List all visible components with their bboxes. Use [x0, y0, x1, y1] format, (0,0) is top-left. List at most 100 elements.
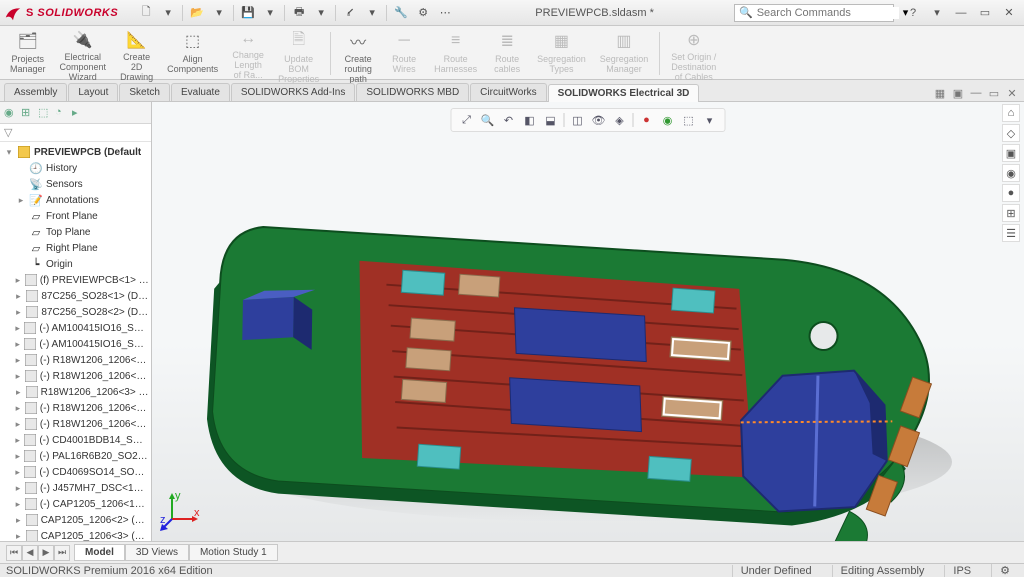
- fm-tab-icon[interactable]: ◉: [4, 106, 18, 120]
- graphics-viewport[interactable]: ⤢ 🔍 ↶ ◧ ⬓ ◫ 👁 ◈ ● ◉ ⬚ ▾ ⌂ ◇ ▣ ◉ ● ⊞ ☰: [152, 102, 1024, 541]
- fm-prop-icon[interactable]: ⬚: [38, 106, 52, 120]
- tree-component[interactable]: ▸(-) CD4069SO14_SO14<1> (1.90: [0, 464, 151, 480]
- expand-icon[interactable]: ▸: [14, 387, 23, 398]
- tab-minimize-icon[interactable]: —: [968, 85, 984, 101]
- tab-menu-icon[interactable]: ▦: [932, 85, 948, 101]
- nav-next-icon[interactable]: ▶: [38, 545, 54, 561]
- tree-component[interactable]: ▸(-) R18W1206_1206<4> (1.524: [0, 400, 151, 416]
- qat-print-icon[interactable]: 🖶: [289, 3, 309, 23]
- expand-icon[interactable]: ▸: [14, 371, 22, 382]
- qat-dropdown-icon[interactable]: ▾: [362, 3, 382, 23]
- tab-sketch[interactable]: Sketch: [119, 83, 170, 101]
- expand-icon[interactable]: ▸: [14, 403, 22, 414]
- fm-display-icon[interactable]: ◔: [55, 106, 69, 120]
- search-input[interactable]: [757, 7, 899, 19]
- qat-dropdown-icon[interactable]: ▾: [158, 3, 178, 23]
- expand-icon[interactable]: ▸: [14, 291, 23, 302]
- qat-new-icon[interactable]: 🗋: [136, 3, 156, 23]
- dropdown-icon[interactable]: ▾: [926, 4, 948, 22]
- expand-icon[interactable]: ▸: [14, 531, 23, 542]
- ribbon-pm-button[interactable]: 🗂Projects Manager: [4, 28, 52, 79]
- expand-icon[interactable]: ▸: [14, 467, 21, 478]
- minimize-icon[interactable]: —: [950, 4, 972, 22]
- expand-icon[interactable]: ▸: [14, 483, 22, 494]
- tree-component[interactable]: ▸(-) PAL16R6B20_SO20<1> (2.28: [0, 448, 151, 464]
- tab-evaluate[interactable]: Evaluate: [171, 83, 230, 101]
- tree-sensors[interactable]: 📡Sensors: [0, 176, 151, 192]
- tree-top-plane[interactable]: ▱Top Plane: [0, 224, 151, 240]
- tree-component[interactable]: ▸(-) CD4001BDB14_SO14<1> (1.9: [0, 432, 151, 448]
- tab-layout[interactable]: Layout: [68, 83, 118, 101]
- nav-prev-icon[interactable]: ◀: [22, 545, 38, 561]
- expand-icon[interactable]: ▾: [4, 147, 14, 158]
- filter-icon[interactable]: ▽: [4, 126, 12, 139]
- taskpane-home-icon[interactable]: ⌂: [1002, 104, 1020, 122]
- tree-component[interactable]: ▸CAP1205_1206<3> (Default: [0, 528, 151, 541]
- taskpane-resources-icon[interactable]: ◇: [1002, 124, 1020, 142]
- expand-icon[interactable]: ▸: [16, 195, 26, 206]
- tree-right-plane[interactable]: ▱Right Plane: [0, 240, 151, 256]
- tree-annotations[interactable]: ▸📝Annotations: [0, 192, 151, 208]
- tree-component[interactable]: ▸(f) PREVIEWPCB<1> (Default<: [0, 272, 151, 288]
- tree-component[interactable]: ▸CAP1205_1206<2> (Default: [0, 512, 151, 528]
- tree-component[interactable]: ▸R18W1206_1206<3> (1.524: [0, 384, 151, 400]
- tree-component[interactable]: ▸(-) AM100415IO16_SO16<2> (De: [0, 336, 151, 352]
- qat-rebuild-icon[interactable]: 🔧: [391, 3, 411, 23]
- ribbon-c2d-button[interactable]: 📐Create 2D Drawing: [114, 28, 159, 79]
- tree-component[interactable]: ▸(-) R18W1206_1206<2> (1.524: [0, 368, 151, 384]
- qat-options-icon[interactable]: ⚙: [413, 3, 433, 23]
- taskpane-design-icon[interactable]: ▣: [1002, 144, 1020, 162]
- tab-solidworks-add-ins[interactable]: SOLIDWORKS Add-Ins: [231, 83, 355, 101]
- tree-origin[interactable]: ┕Origin: [0, 256, 151, 272]
- expand-icon[interactable]: ▸: [14, 499, 22, 510]
- tab-expand-icon[interactable]: ▣: [950, 85, 966, 101]
- expand-icon[interactable]: ▸: [14, 451, 21, 462]
- tree-front-plane[interactable]: ▱Front Plane: [0, 208, 151, 224]
- fm-config-icon[interactable]: ⊞: [21, 106, 35, 120]
- expand-icon[interactable]: ▸: [14, 419, 22, 430]
- ribbon-route-button[interactable]: 〰Create routing path: [336, 28, 380, 79]
- expand-icon[interactable]: ▸: [14, 307, 23, 318]
- tree-component[interactable]: ▸(-) J457MH7_DSC<1> (Default: [0, 480, 151, 496]
- nav-first-icon[interactable]: ⏮: [6, 545, 22, 561]
- close-icon[interactable]: ✕: [998, 4, 1020, 22]
- expand-icon[interactable]: ▸: [14, 355, 22, 366]
- tab-restore-icon[interactable]: ▭: [986, 85, 1002, 101]
- bottom-tab-3d-views[interactable]: 3D Views: [125, 544, 189, 561]
- qat-dropdown-icon[interactable]: ▾: [311, 3, 331, 23]
- fm-more-icon[interactable]: ▸: [72, 106, 86, 120]
- qat-more-icon[interactable]: ⋯: [435, 3, 455, 23]
- taskpane-appear-icon[interactable]: ●: [1002, 184, 1020, 202]
- feature-filter-row[interactable]: ▽: [0, 124, 151, 142]
- qat-select-icon[interactable]: ⭹: [340, 3, 360, 23]
- taskpane-view-icon[interactable]: ◉: [1002, 164, 1020, 182]
- tree-component[interactable]: ▸(-) AM100415IO16_SO16<1> (De: [0, 320, 151, 336]
- expand-icon[interactable]: ▸: [14, 323, 21, 334]
- tree-component[interactable]: ▸87C256_SO28<2> (Default: [0, 304, 151, 320]
- expand-icon[interactable]: ▸: [14, 515, 23, 526]
- expand-icon[interactable]: ▸: [14, 339, 21, 350]
- tree-history[interactable]: 🕘History: [0, 160, 151, 176]
- qat-open-icon[interactable]: 📂: [187, 3, 207, 23]
- tree-component[interactable]: ▸87C256_SO28<1> (Default: [0, 288, 151, 304]
- tree-component[interactable]: ▸(-) R18W1206_1206<5> (1.524: [0, 416, 151, 432]
- tab-solidworks-electrical-3d[interactable]: SOLIDWORKS Electrical 3D: [548, 84, 700, 102]
- tab-close-icon[interactable]: ✕: [1004, 85, 1020, 101]
- maximize-icon[interactable]: ▭: [974, 4, 996, 22]
- tab-circuitworks[interactable]: CircuitWorks: [470, 83, 546, 101]
- qat-dropdown-icon[interactable]: ▾: [209, 3, 229, 23]
- search-commands-box[interactable]: 🔍 ▾: [734, 4, 894, 22]
- tab-solidworks-mbd[interactable]: SOLIDWORKS MBD: [356, 83, 469, 101]
- nav-last-icon[interactable]: ⏭: [54, 545, 70, 561]
- tab-assembly[interactable]: Assembly: [4, 83, 67, 101]
- taskpane-custom-icon[interactable]: ⊞: [1002, 204, 1020, 222]
- qat-dropdown-icon[interactable]: ▾: [260, 3, 280, 23]
- bottom-tab-model[interactable]: Model: [74, 544, 125, 561]
- feature-tree[interactable]: ▾PREVIEWPCB (Default🕘History📡Sensors▸📝An…: [0, 142, 151, 541]
- qat-save-icon[interactable]: 💾: [238, 3, 258, 23]
- tree-component[interactable]: ▸(-) CAP1205_1206<1> (Default: [0, 496, 151, 512]
- tree-root[interactable]: ▾PREVIEWPCB (Default: [0, 144, 151, 160]
- bottom-tab-motion-study-1[interactable]: Motion Study 1: [189, 544, 278, 561]
- help-icon[interactable]: ?: [902, 4, 924, 22]
- tree-component[interactable]: ▸(-) R18W1206_1206<1> (1.524: [0, 352, 151, 368]
